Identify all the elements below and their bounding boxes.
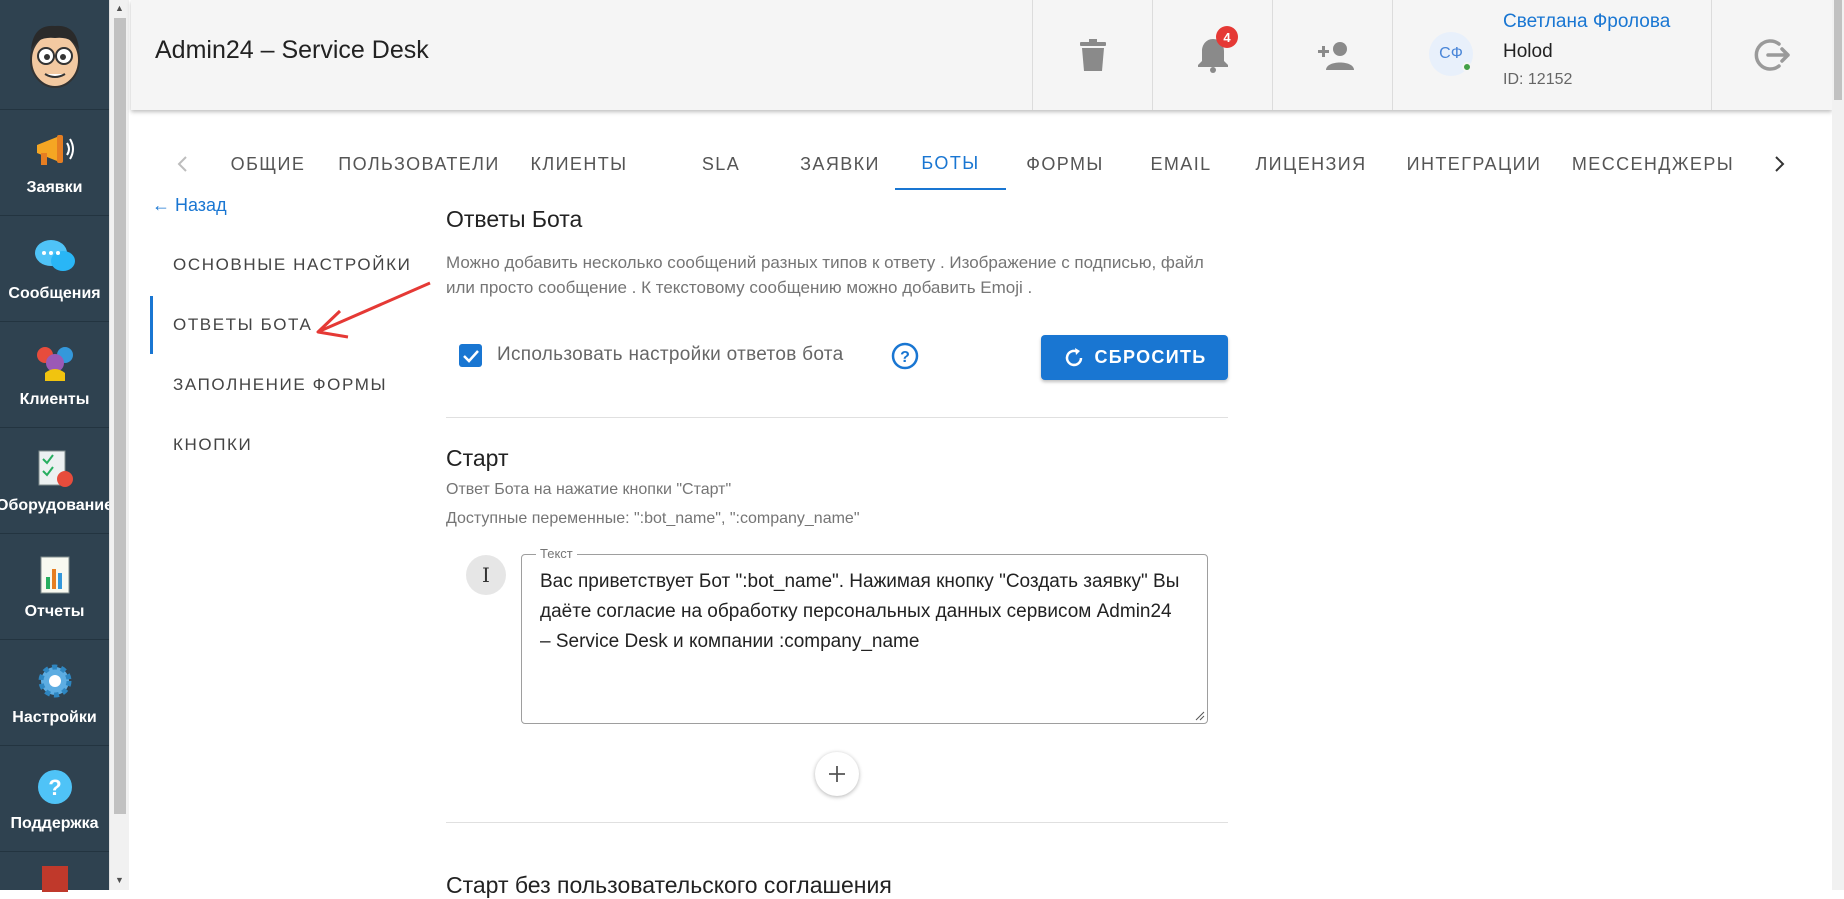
app-title: Admin24 – Service Desk — [155, 36, 429, 64]
sidebar-scrollbar-thumb[interactable] — [114, 18, 126, 814]
checkmark-icon — [462, 349, 479, 363]
logout-icon — [1754, 39, 1790, 71]
help-icon[interactable]: ? — [891, 342, 919, 375]
back-link[interactable]: ← Назад — [152, 195, 227, 216]
tab-clients[interactable]: КЛИЕНТЫ — [519, 138, 639, 190]
people-icon — [33, 341, 77, 385]
avatar-face-icon — [29, 25, 80, 88]
tab-license[interactable]: ЛИЦЕНЗИЯ — [1246, 138, 1376, 190]
equipment-checklist-icon — [33, 447, 77, 491]
tabs-next-button[interactable] — [1760, 138, 1800, 190]
textarea-label: Текст — [536, 546, 577, 561]
notifications-button[interactable]: 4 — [1152, 0, 1272, 110]
next-section-title: Старт без пользовательского соглашения — [446, 872, 892, 898]
chat-bubbles-icon — [33, 235, 77, 279]
annotation-arrow — [316, 281, 431, 339]
page-scrollbar[interactable] — [1832, 0, 1844, 890]
sidebar-item-requests[interactable]: Заявки — [0, 110, 109, 216]
section-description: Можно добавить несколько сообщений разны… — [446, 253, 1204, 297]
divider — [446, 417, 1228, 418]
start-section-title: Старт — [446, 445, 509, 471]
sidebar-item-label: Настройки — [12, 708, 97, 726]
sidebar-item-label: Поддержка — [10, 814, 99, 832]
sidebar-item-label: Заявки — [26, 178, 83, 196]
resize-grip-icon[interactable] — [1195, 711, 1205, 721]
add-user-button[interactable] — [1272, 0, 1392, 110]
question-icon: ? — [33, 765, 77, 809]
megaphone-icon — [33, 129, 77, 173]
sidebar-item-partial[interactable] — [0, 852, 109, 892]
sidebar-item-label: Отчеты — [24, 602, 85, 620]
tab-general[interactable]: ОБЩИЕ — [218, 138, 318, 190]
checkbox-label[interactable]: Использовать настройки ответов бота — [497, 344, 843, 366]
scroll-down-arrow-icon[interactable]: ▼ — [115, 875, 124, 885]
tab-integrations[interactable]: ИНТЕГРАЦИИ — [1399, 138, 1549, 190]
tabs-prev-button[interactable] — [162, 138, 202, 190]
app-sidebar: Заявки Сообщения Клиенты Оборудование От… — [0, 0, 113, 892]
user-organization: Holod — [1503, 41, 1553, 62]
textarea-value[interactable]: Вас приветствует Бот ":bot_name". Нажима… — [540, 567, 1180, 657]
sidebar-item-settings[interactable]: Настройки — [0, 640, 109, 746]
top-header: Admin24 – Service Desk 4 СФ Светлана Фро… — [131, 0, 1832, 110]
sidebar-item-label: Сообщения — [8, 284, 101, 302]
add-message-button[interactable] — [815, 752, 859, 796]
subnav-buttons[interactable]: КНОПКИ — [150, 416, 430, 474]
sidebar-item-reports[interactable]: Отчеты — [0, 534, 109, 640]
tab-requests[interactable]: ЗАЯВКИ — [780, 138, 900, 190]
notification-badge: 4 — [1216, 26, 1238, 48]
tab-messengers[interactable]: МЕССЕНДЖЕРЫ — [1568, 138, 1738, 190]
start-message-textarea[interactable]: Текст Вас приветствует Бот ":bot_name". … — [521, 546, 1208, 724]
sidebar-item-clients[interactable]: Клиенты — [0, 322, 109, 428]
svg-text:?: ? — [48, 775, 61, 800]
tab-email[interactable]: EMAIL — [1131, 138, 1231, 190]
trash-button[interactable] — [1032, 0, 1152, 110]
sidebar-item-label: Клиенты — [19, 390, 90, 408]
reset-button-label: СБРОСИТЬ — [1094, 347, 1207, 367]
settings-tabs: ОБЩИЕ ПОЛЬЗОВАТЕЛИ КЛИЕНТЫ SLA ЗАЯВКИ БО… — [131, 138, 1832, 190]
tab-users[interactable]: ПОЛЬЗОВАТЕЛИ — [334, 138, 504, 190]
section-title: Ответы Бота — [446, 206, 583, 232]
plus-icon — [829, 766, 845, 782]
subnav-form-filling[interactable]: ЗАПОЛНЕНИЕ ФОРМЫ — [150, 356, 430, 414]
user-id: ID: 12152 — [1503, 71, 1573, 88]
refresh-icon — [1065, 347, 1082, 366]
page-scrollbar-thumb[interactable] — [1834, 0, 1842, 100]
chevron-right-icon — [1775, 156, 1785, 172]
user-name[interactable]: Светлана Фролова — [1503, 11, 1670, 33]
trash-icon — [1079, 39, 1106, 71]
use-bot-replies-checkbox[interactable] — [459, 344, 482, 367]
tab-forms[interactable]: ФОРМЫ — [1015, 138, 1115, 190]
sidebar-item-label: Оборудование — [0, 496, 114, 514]
sidebar-item-equipment[interactable]: Оборудование — [0, 428, 113, 534]
user-profile[interactable]: СФ Светлана Фролова Holod ID: 12152 — [1392, 0, 1712, 110]
app-logo[interactable] — [0, 0, 109, 110]
gear-icon — [33, 659, 77, 703]
sidebar-item-support[interactable]: ? Поддержка — [0, 746, 109, 852]
start-section-hint: Ответ Бота на нажатие кнопки "Старт" — [446, 481, 732, 498]
start-section-variables: Доступные переменные: ":bot_name", ":com… — [446, 510, 860, 527]
report-chart-icon — [33, 553, 77, 597]
logout-button[interactable] — [1712, 0, 1832, 110]
svg-text:?: ? — [900, 349, 910, 366]
divider — [446, 822, 1228, 823]
text-message-type-icon[interactable]: I — [466, 555, 506, 595]
online-status-dot — [1462, 62, 1472, 72]
sidebar-scrollbar[interactable]: ▲ ▼ — [109, 0, 129, 890]
sidebar-item-messages[interactable]: Сообщения — [0, 216, 109, 322]
tab-bots[interactable]: БОТЫ — [895, 138, 1006, 190]
scroll-up-arrow-icon[interactable]: ▲ — [115, 3, 124, 13]
reset-button[interactable]: СБРОСИТЬ — [1041, 335, 1228, 380]
tab-sla[interactable]: SLA — [671, 138, 771, 190]
chevron-left-icon — [177, 156, 187, 172]
person-add-icon — [1317, 42, 1354, 70]
